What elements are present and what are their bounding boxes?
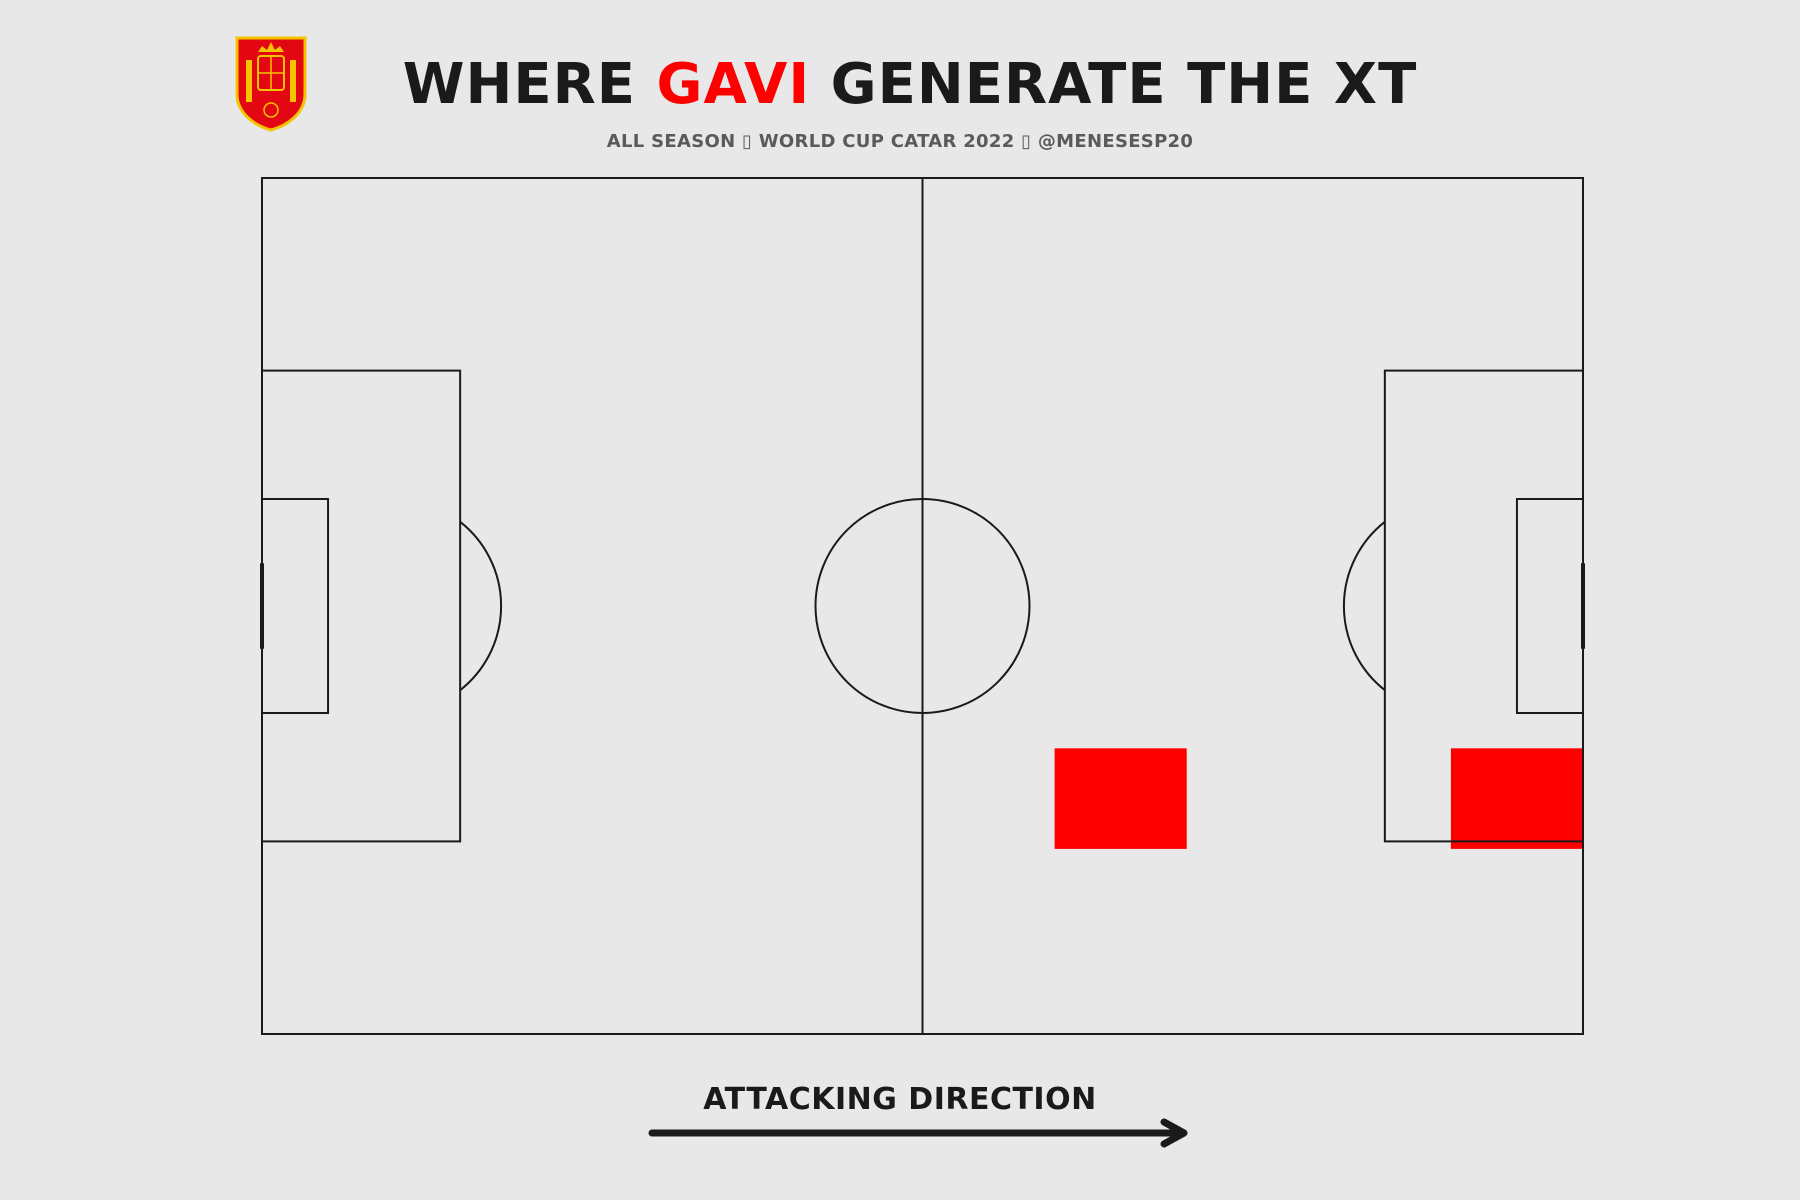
left-penalty-box: [261, 369, 462, 843]
attacking-direction-label: ATTACKING DIRECTION: [703, 1082, 1097, 1117]
pitch-chart: [260, 177, 1585, 1148]
right-six-yard-box: [1515, 498, 1584, 714]
right-penalty-arc: [1342, 521, 1386, 691]
left-six-yard-box: [261, 498, 330, 714]
heatmap-cell-2: [1450, 748, 1583, 849]
heatmap-cell-1: [1054, 748, 1187, 849]
left-penalty-arc: [459, 521, 503, 691]
arrow-right-icon: [648, 1118, 1188, 1148]
